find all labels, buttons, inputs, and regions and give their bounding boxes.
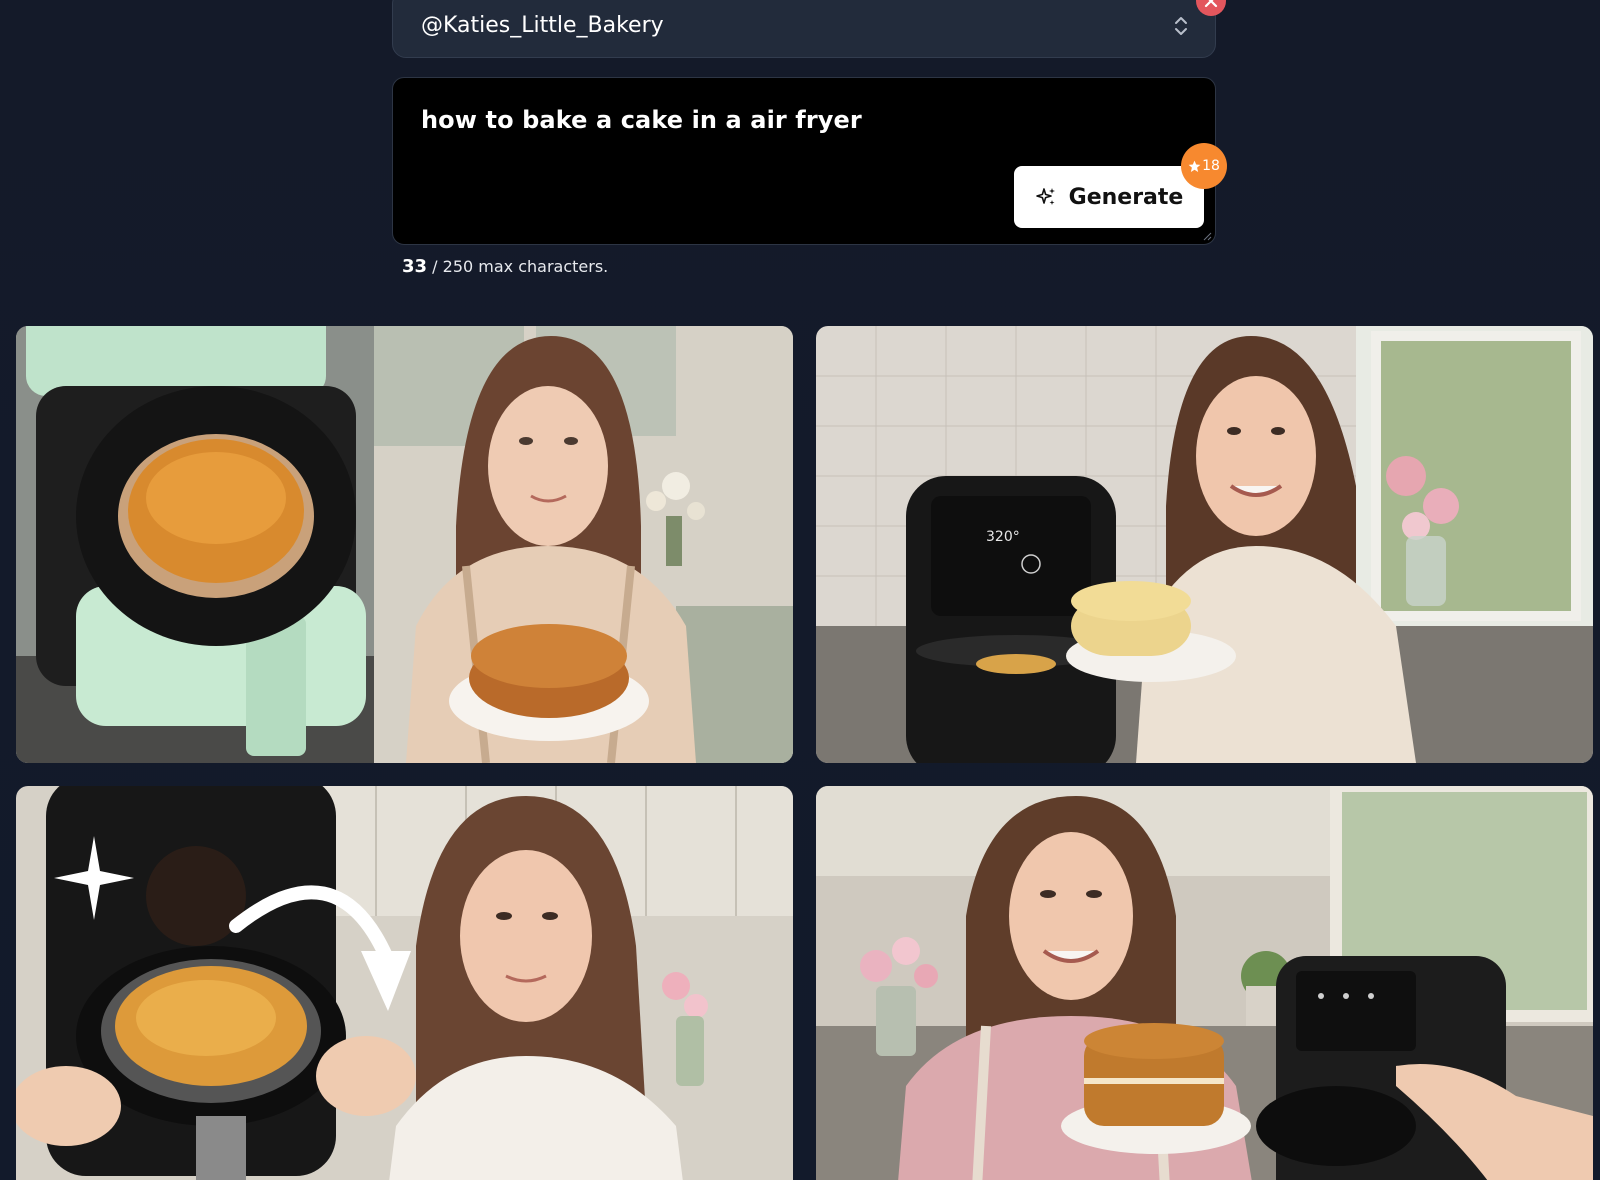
chevron-up-down-icon [1175,17,1187,35]
credit-count: 18 [1202,158,1220,174]
star-icon [1188,160,1201,172]
cake-air-fryer-image [16,326,793,763]
prompt-textarea[interactable]: how to bake a cake in a air fryer Genera… [392,77,1227,245]
cake-air-fryer-image [16,786,793,1180]
result-image-3[interactable] [16,786,793,1180]
credit-badge: 18 [1181,143,1227,189]
result-image-1[interactable] [16,326,793,763]
page: @Katies_Little_Bakery how to bake a cake… [0,0,1600,1180]
result-image-2[interactable]: 320° [816,326,1593,763]
cake-air-fryer-image: 320° [816,326,1593,763]
cake-air-fryer-image [816,786,1593,1180]
resize-handle-icon[interactable] [1202,231,1212,241]
svg-text:320°: 320° [986,529,1020,545]
generate-button[interactable]: Generate [1014,166,1204,228]
sparkles-icon [1035,188,1055,205]
prompt-text: how to bake a cake in a air fryer [421,106,862,134]
result-image-4[interactable] [816,786,1593,1180]
character-counter: 33 / 250 max characters. [402,256,608,277]
character-count-suffix: / 250 max characters. [432,257,609,276]
character-count-current: 33 [402,256,428,277]
generate-label: Generate [1068,184,1184,210]
account-select[interactable]: @Katies_Little_Bakery [392,0,1216,58]
account-name: @Katies_Little_Bakery [421,13,664,38]
